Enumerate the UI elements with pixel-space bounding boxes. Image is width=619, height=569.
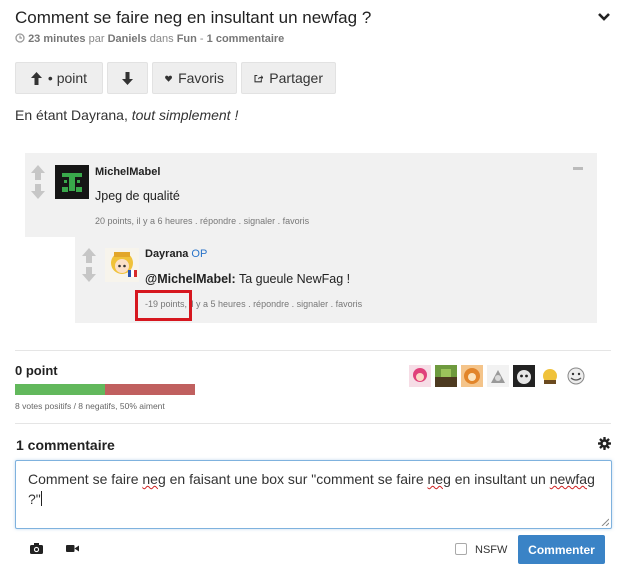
- share-button[interactable]: Partager: [241, 62, 336, 94]
- negative-votes-fill: [105, 384, 195, 395]
- share-label: Partager: [269, 70, 323, 86]
- nsfw-checkbox[interactable]: [455, 543, 467, 555]
- by-label: par: [88, 33, 105, 45]
- favorite-button[interactable]: Favoris: [152, 62, 237, 94]
- misspelled-word: neg: [142, 471, 166, 487]
- post-comment-count[interactable]: 1 commentaire: [207, 33, 285, 45]
- misspelled-word: newfag: [549, 471, 595, 487]
- positive-votes-fill: [15, 384, 105, 395]
- video-camera-icon[interactable]: [66, 543, 79, 554]
- comment-meta: 20 points, il y a 6 heures . répondre . …: [95, 216, 310, 226]
- voter-avatar[interactable]: [539, 365, 561, 387]
- vote-arrows-icon: [82, 248, 96, 282]
- section-divider: [15, 423, 611, 424]
- misspelled-word: neg: [427, 471, 451, 487]
- post-body: En étant Dayrana, tout simplement !: [15, 107, 238, 123]
- post-title: Comment se faire neg en insultant un new…: [15, 8, 372, 27]
- upvote-label: • point: [47, 70, 88, 86]
- voter-avatar[interactable]: [565, 365, 587, 387]
- comment-author-row: Dayrana OP: [145, 248, 207, 260]
- voter-avatar[interactable]: [461, 365, 483, 387]
- share-icon: [254, 74, 264, 82]
- chevron-down-icon[interactable]: [597, 10, 611, 24]
- vote-ratio-bar: [15, 384, 195, 395]
- post-author[interactable]: Daniels: [108, 33, 147, 45]
- comment-input[interactable]: Comment se faire neg en faisant une box …: [15, 460, 612, 529]
- vote-arrows-icon: [31, 165, 45, 199]
- comment-author: Dayrana: [145, 248, 189, 260]
- heart-icon: [165, 75, 172, 82]
- arrow-up-icon: [30, 71, 42, 85]
- submit-comment-button[interactable]: Commenter: [518, 535, 605, 564]
- highlight-box: [135, 290, 192, 321]
- voter-avatars: [409, 365, 587, 387]
- avatar: [55, 165, 89, 199]
- collapse-icon: [573, 167, 583, 170]
- clock-icon: [15, 33, 25, 43]
- comments-heading: 1 commentaire: [16, 437, 115, 453]
- meta-separator: -: [199, 33, 204, 45]
- comment-text: Jpeg de qualité: [95, 189, 180, 203]
- avatar: [105, 248, 139, 282]
- comment-body: Ta gueule NewFag !: [238, 272, 351, 286]
- vote-summary: 8 votes positifs / 8 negatifs, 50% aimen…: [15, 401, 165, 411]
- in-label: dans: [149, 33, 174, 45]
- post-body-text: En étant Dayrana,: [15, 107, 128, 123]
- gear-icon[interactable]: [598, 437, 611, 450]
- draft-text-3: en insultant un: [450, 471, 550, 487]
- draft-text-2: en faisant une box sur "comment se faire: [165, 471, 428, 487]
- post-header: Comment se faire neg en insultant un new…: [15, 8, 611, 30]
- favorite-label: Favoris: [178, 70, 224, 86]
- post-actions: • point Favoris Partager: [15, 62, 336, 94]
- text-cursor: [40, 491, 42, 506]
- arrow-down-icon: [122, 71, 133, 85]
- voter-avatar[interactable]: [513, 365, 535, 387]
- post-body-emphasis: tout simplement !: [131, 107, 239, 123]
- post-category[interactable]: Fun: [177, 33, 197, 45]
- comment-mention: @MichelMabel:: [145, 272, 236, 286]
- op-badge: OP: [191, 248, 208, 260]
- post-time: 23 minutes: [28, 33, 86, 45]
- nsfw-label: NSFW: [475, 544, 508, 556]
- embedded-comment-1: MichelMabel Jpeg de qualité 20 points, i…: [25, 153, 597, 237]
- score-label: 0 point: [15, 363, 58, 378]
- upvote-button[interactable]: • point: [15, 62, 103, 94]
- draft-text-1: Comment se faire: [28, 471, 143, 487]
- resize-handle-icon[interactable]: [601, 518, 609, 526]
- comment-author: MichelMabel: [95, 166, 161, 178]
- camera-icon[interactable]: [30, 543, 43, 554]
- draft-text-4: ?": [28, 491, 41, 507]
- comment-meta-rest: , il y a 5 heures . répondre . signaler …: [184, 299, 363, 309]
- voter-avatar[interactable]: [487, 365, 509, 387]
- section-divider: [15, 350, 611, 351]
- post-meta: 23 minutes par Daniels dans Fun - 1 comm…: [15, 33, 284, 45]
- downvote-button[interactable]: [107, 62, 148, 94]
- voter-avatar[interactable]: [435, 365, 457, 387]
- voter-avatar[interactable]: [409, 365, 431, 387]
- embedded-screenshot: MichelMabel Jpeg de qualité 20 points, i…: [25, 150, 597, 325]
- comment-text: @MichelMabel: Ta gueule NewFag !: [145, 272, 350, 286]
